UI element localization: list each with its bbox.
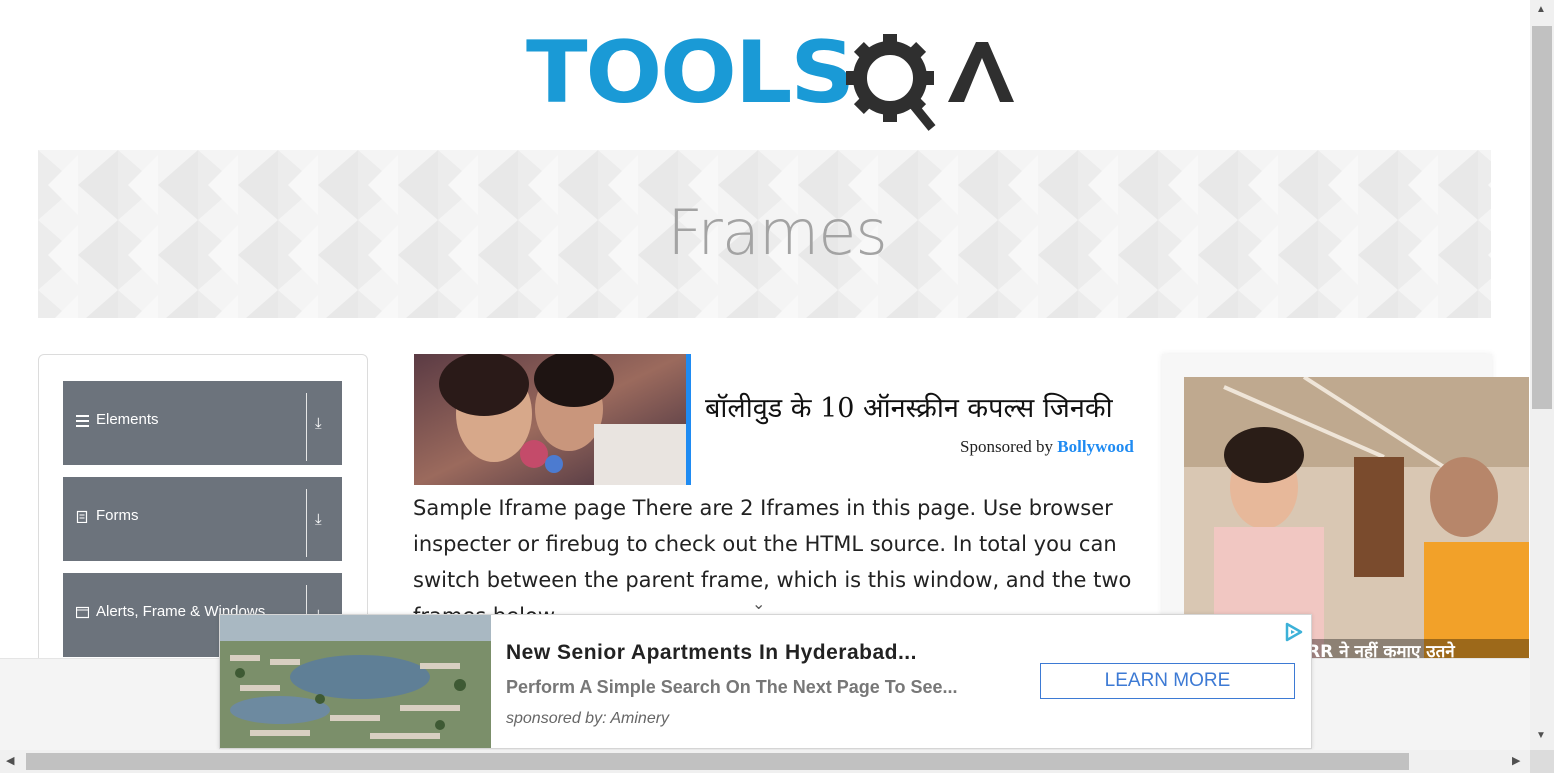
anchor-ad-description: Perform A Simple Search On The Next Page… bbox=[506, 677, 958, 697]
expand-arrow-icon[interactable]: ⤓ bbox=[315, 511, 322, 528]
chevron-down-icon[interactable]: ⌄ bbox=[752, 594, 765, 614]
page-title: Frames bbox=[667, 196, 887, 269]
scroll-down-arrow-icon[interactable]: ▼ bbox=[1536, 730, 1546, 741]
sidebar-group-elements[interactable]: Elements ⤓ bbox=[63, 381, 342, 465]
logo-text-tools: TOOLS bbox=[526, 23, 855, 123]
toolsqa-logo[interactable]: TOOLS bbox=[526, 23, 1014, 136]
scroll-left-arrow-icon[interactable]: ◀ bbox=[6, 754, 14, 767]
sponsor-link[interactable]: Bollywood bbox=[1057, 437, 1134, 456]
sidebar-group-forms[interactable]: Forms ⤓ bbox=[63, 477, 342, 561]
logo-gear-qa-icon bbox=[846, 34, 1014, 131]
horizontal-scroll-thumb[interactable] bbox=[26, 753, 1409, 770]
hamburger-icon bbox=[76, 414, 89, 427]
anchor-ad-title[interactable]: New Senior Apartments In Hyderabad... bbox=[506, 641, 917, 665]
divider bbox=[306, 393, 307, 461]
frames-description: Sample Iframe page There are 2 Iframes i… bbox=[413, 496, 1132, 616]
vertical-scrollbar[interactable]: ▲ ▼ bbox=[1530, 0, 1554, 750]
sidebar-group-label: Forms bbox=[96, 507, 139, 524]
right-ad-caption: RRR ने नहीं कमाए उतने bbox=[1294, 641, 1455, 659]
anchor-ad-sponsored: sponsored by: Aminery bbox=[506, 710, 670, 727]
window-icon bbox=[75, 606, 90, 619]
scroll-right-arrow-icon[interactable]: ▶ bbox=[1512, 754, 1520, 767]
ad-sponsor-line: Sponsored by Bollywood bbox=[960, 437, 1134, 457]
form-icon bbox=[76, 510, 89, 524]
expand-arrow-icon[interactable]: ⤓ bbox=[315, 415, 322, 432]
ad-headline[interactable]: बॉलीवुड के 10 ऑनस्क्रीन कपल्स जिनकी bbox=[705, 388, 1161, 425]
divider bbox=[306, 489, 307, 557]
sponsored-prefix: Sponsored by bbox=[960, 437, 1054, 456]
scroll-up-arrow-icon[interactable]: ▲ bbox=[1536, 4, 1546, 15]
scrollbar-corner bbox=[1530, 750, 1554, 773]
learn-more-button[interactable]: LEARN MORE bbox=[1040, 663, 1295, 699]
adchoices-icon[interactable] bbox=[1282, 621, 1304, 643]
anchor-ad[interactable]: New Senior Apartments In Hyderabad... Pe… bbox=[219, 614, 1312, 749]
ad-thumbnail-image[interactable] bbox=[414, 354, 686, 485]
sidebar-group-label: Elements bbox=[96, 411, 159, 428]
ad-accent-bar bbox=[686, 354, 691, 485]
anchor-ad-image[interactable] bbox=[220, 615, 491, 748]
horizontal-scrollbar[interactable]: ◀ ▶ bbox=[0, 750, 1530, 773]
vertical-scroll-thumb[interactable] bbox=[1532, 26, 1552, 409]
